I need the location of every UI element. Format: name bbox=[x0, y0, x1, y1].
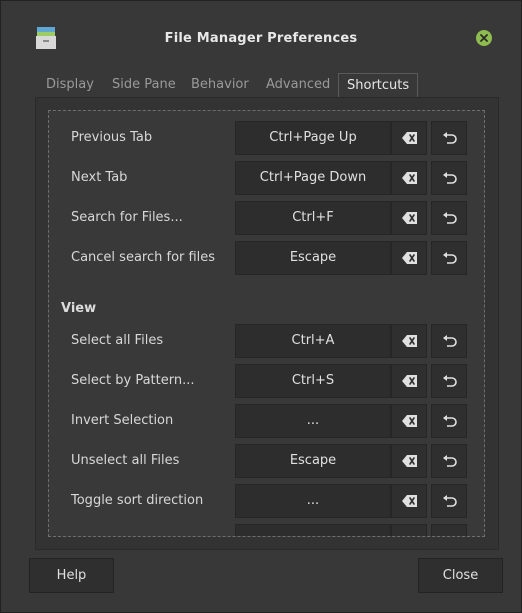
undo-icon bbox=[443, 132, 457, 144]
undo-icon bbox=[443, 495, 457, 507]
undo-icon bbox=[443, 375, 457, 387]
preferences-window: File Manager Preferences Display Side Pa… bbox=[0, 0, 522, 613]
shortcut-accel-button[interactable]: Ctrl+Page Up bbox=[235, 121, 391, 155]
shortcuts-page: Previous Tab Ctrl+Page Up Next Tab Ctrl+… bbox=[35, 97, 499, 550]
edit-clear-icon bbox=[402, 455, 417, 467]
shortcut-row: Toggle sort direction ... bbox=[49, 482, 484, 522]
tab-advanced[interactable]: Advanced bbox=[266, 73, 330, 97]
clear-shortcut-button[interactable] bbox=[391, 241, 427, 275]
shortcut-row: Next Tab Ctrl+Page Down bbox=[49, 159, 484, 199]
shortcut-label: Select by Pattern... bbox=[71, 373, 195, 388]
window-title: File Manager Preferences bbox=[164, 31, 358, 46]
undo-icon bbox=[443, 415, 457, 427]
edit-clear-icon bbox=[402, 335, 417, 347]
close-icon bbox=[480, 34, 488, 42]
edit-clear-icon bbox=[402, 375, 417, 387]
shortcut-label: Toggle sort direction bbox=[71, 493, 204, 508]
clear-shortcut-button[interactable] bbox=[391, 121, 427, 155]
shortcut-row: Unselect all Files Escape bbox=[49, 442, 484, 482]
reset-shortcut-button[interactable] bbox=[431, 364, 467, 398]
reset-shortcut-button[interactable] bbox=[431, 324, 467, 358]
shortcut-label: Invert Selection bbox=[71, 413, 174, 428]
shortcut-row: Cancel search for files Escape bbox=[49, 239, 484, 279]
shortcut-label: Unselect all Files bbox=[71, 453, 180, 468]
clear-shortcut-button[interactable] bbox=[391, 161, 427, 195]
shortcuts-scroll-area[interactable]: Previous Tab Ctrl+Page Up Next Tab Ctrl+… bbox=[48, 110, 485, 537]
shortcut-label: Previous Tab bbox=[71, 130, 153, 145]
shortcut-accel-button[interactable]: ... bbox=[235, 484, 391, 518]
edit-clear-icon bbox=[402, 132, 417, 144]
tab-shortcuts[interactable]: Shortcuts bbox=[338, 73, 419, 98]
help-button[interactable]: Help bbox=[29, 558, 114, 593]
edit-clear-icon bbox=[402, 212, 417, 224]
reset-shortcut-button[interactable] bbox=[431, 121, 467, 155]
shortcut-label: Search for Files... bbox=[71, 210, 183, 225]
section-heading-view: View bbox=[61, 301, 97, 316]
shortcut-accel-button[interactable]: ... bbox=[235, 404, 391, 438]
tab-display[interactable]: Display bbox=[46, 73, 94, 97]
undo-icon bbox=[443, 172, 457, 184]
undo-icon bbox=[443, 252, 457, 264]
reset-shortcut-button[interactable] bbox=[431, 444, 467, 478]
clear-shortcut-button[interactable] bbox=[391, 404, 427, 438]
shortcut-accel-button[interactable] bbox=[235, 524, 391, 536]
shortcut-accel-button[interactable]: Ctrl+S bbox=[235, 364, 391, 398]
titlebar[interactable]: File Manager Preferences bbox=[1, 1, 521, 73]
clear-shortcut-button[interactable] bbox=[391, 524, 427, 536]
shortcut-accel-button[interactable]: Ctrl+A bbox=[235, 324, 391, 358]
shortcut-row-partial bbox=[49, 522, 484, 536]
reset-shortcut-button[interactable] bbox=[431, 201, 467, 235]
shortcut-accel-button[interactable]: Ctrl+Page Down bbox=[235, 161, 391, 195]
undo-icon bbox=[443, 335, 457, 347]
shortcut-accel-button[interactable]: Escape bbox=[235, 241, 391, 275]
clear-shortcut-button[interactable] bbox=[391, 444, 427, 478]
reset-shortcut-button[interactable] bbox=[431, 524, 467, 536]
clear-shortcut-button[interactable] bbox=[391, 324, 427, 358]
clear-shortcut-button[interactable] bbox=[391, 484, 427, 518]
shortcut-row: Search for Files... Ctrl+F bbox=[49, 199, 484, 239]
shortcut-accel-button[interactable]: Escape bbox=[235, 444, 391, 478]
edit-clear-icon bbox=[402, 252, 417, 264]
shortcut-label: Cancel search for files bbox=[71, 250, 216, 265]
clear-shortcut-button[interactable] bbox=[391, 364, 427, 398]
shortcut-row: Select by Pattern... Ctrl+S bbox=[49, 362, 484, 402]
edit-clear-icon bbox=[402, 415, 417, 427]
undo-icon bbox=[443, 455, 457, 467]
shortcut-accel-button[interactable]: Ctrl+F bbox=[235, 201, 391, 235]
shortcut-label: Next Tab bbox=[71, 170, 128, 185]
reset-shortcut-button[interactable] bbox=[431, 404, 467, 438]
reset-shortcut-button[interactable] bbox=[431, 161, 467, 195]
shortcut-row: Invert Selection ... bbox=[49, 402, 484, 442]
edit-clear-icon bbox=[402, 495, 417, 507]
reset-shortcut-button[interactable] bbox=[431, 484, 467, 518]
shortcut-row: Previous Tab Ctrl+Page Up bbox=[49, 119, 484, 159]
window-close-button[interactable] bbox=[476, 30, 492, 46]
edit-clear-icon bbox=[402, 172, 417, 184]
tab-side-pane[interactable]: Side Pane bbox=[112, 73, 176, 97]
reset-shortcut-button[interactable] bbox=[431, 241, 467, 275]
clear-shortcut-button[interactable] bbox=[391, 201, 427, 235]
shortcut-label: Select all Files bbox=[71, 333, 164, 348]
undo-icon bbox=[443, 212, 457, 224]
shortcut-row: Select all Files Ctrl+A bbox=[49, 322, 484, 362]
tab-behavior[interactable]: Behavior bbox=[191, 73, 249, 97]
close-button[interactable]: Close bbox=[418, 558, 503, 593]
